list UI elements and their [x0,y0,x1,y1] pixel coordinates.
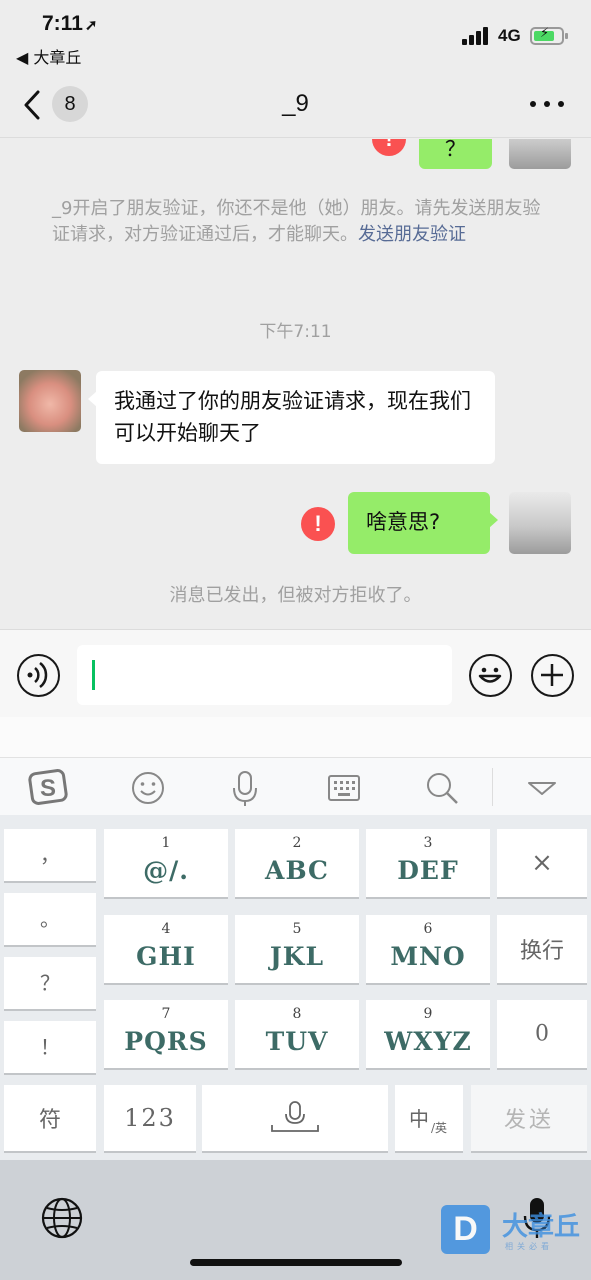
input-bar [0,629,591,717]
key-4[interactable]: 4 GHI [104,915,228,983]
collapse-icon[interactable] [522,768,562,808]
toolbar-divider [492,768,493,806]
numbers-key[interactable]: 123 [104,1085,196,1151]
send-verification-link[interactable]: 发送朋友验证 [358,224,466,245]
punctuation-key-question[interactable]: ？ [4,957,96,1009]
status-time: 7:11 ➚ [42,12,98,35]
microphone-icon[interactable] [225,768,265,808]
space-key[interactable] [202,1085,388,1151]
globe-icon[interactable] [40,1196,84,1240]
watermark-subtext: 相关必看 [505,1242,553,1251]
lang-main-label: 中 [409,1107,429,1131]
emoji-icon [478,667,502,683]
message-timestamp: 下午7:11 [259,322,332,342]
keyboard-toolbar: S [0,757,591,815]
emoji-button[interactable] [469,654,512,697]
symbols-key[interactable]: 符 [4,1085,96,1151]
message-list[interactable]: ! ？ _9开启了朋友验证，你还不是他（她）朋友。请先发送朋友验证请求，对方验证… [0,139,591,629]
home-indicator[interactable] [190,1259,402,1266]
language-switch-key[interactable]: 中 /英 [395,1085,463,1151]
send-failed-icon[interactable]: ! [372,139,406,156]
lang-sub-label: /英 [431,1121,448,1135]
delete-key[interactable]: × [497,829,587,897]
chat-header: 8 _9 [0,68,591,138]
keyboard-icon[interactable] [324,768,364,808]
location-arrow-icon: ➚ [84,17,98,34]
key-6[interactable]: 6 MNO [366,915,490,983]
message-rejected-notice: 消息已发出，但被对方拒收了。 [169,585,422,606]
punctuation-key-comma[interactable]: ， [4,829,96,881]
punctuation-key-exclaim[interactable]: ！ [4,1021,96,1073]
chat-title: _9 [282,90,309,117]
key-0[interactable]: 0 [497,1000,587,1068]
plus-icon [541,664,563,686]
sogou-logo-icon[interactable]: S [28,768,68,808]
send-failed-icon[interactable]: ! [301,507,335,541]
key-1[interactable]: 1 @/. [104,829,228,897]
watermark-logo: D [441,1205,490,1254]
back-to-app-link[interactable]: ◀ 大章丘 [16,44,81,68]
key-7[interactable]: 7 PQRS [104,1000,228,1068]
message-bubble-outgoing[interactable]: ？ [419,139,492,169]
battery-icon: ⚡ [530,26,568,45]
message-bubble-incoming[interactable]: 我通过了你的朋友验证请求，现在我们可以开始聊天了 [88,371,495,464]
dictation-space-icon [271,1101,319,1132]
network-type: 4G [498,26,521,45]
punctuation-key-period[interactable]: 。 [4,893,96,945]
message-input[interactable] [77,645,452,705]
key-8[interactable]: 8 TUV [235,1000,359,1068]
more-button[interactable] [530,88,564,118]
key-9[interactable]: 9 WXYZ [366,1000,490,1068]
text-caret [92,660,95,690]
status-bar: 7:11 ➚ ◀ 大章丘 4G ⚡ [0,0,591,68]
t9-keyboard: ， 。 ？ ！ 1 @/. 2 ABC 3 DEF × 4 GHI 5 JKL 6 MNO … [0,815,591,1160]
key-5[interactable]: 5 JKL [235,915,359,983]
search-icon[interactable] [422,768,462,808]
signal-strength-icon [462,27,492,45]
candidate-area [0,717,591,757]
voice-input-button[interactable] [17,654,60,697]
avatar-self[interactable] [509,492,571,554]
svg-text:S: S [40,775,56,802]
message-bubble-outgoing[interactable]: 啥意思? [348,492,498,554]
avatar-contact[interactable] [19,370,81,432]
emoji-face-icon[interactable] [128,768,168,808]
key-2[interactable]: 2 ABC [235,829,359,897]
key-3[interactable]: 3 DEF [366,829,490,897]
send-key[interactable]: 发送 [471,1085,587,1151]
newline-key[interactable]: 换行 [497,915,587,983]
avatar-self[interactable] [509,139,571,169]
charging-bolt-icon: ⚡ [540,26,550,41]
voice-icon [27,662,48,688]
friend-verification-notice: _9开启了朋友验证，你还不是他（她）朋友。请先发送朋友验证请求，对方验证通过后，… [52,198,541,245]
watermark-text: 大章丘 [502,1212,581,1242]
more-functions-button[interactable] [531,654,574,697]
